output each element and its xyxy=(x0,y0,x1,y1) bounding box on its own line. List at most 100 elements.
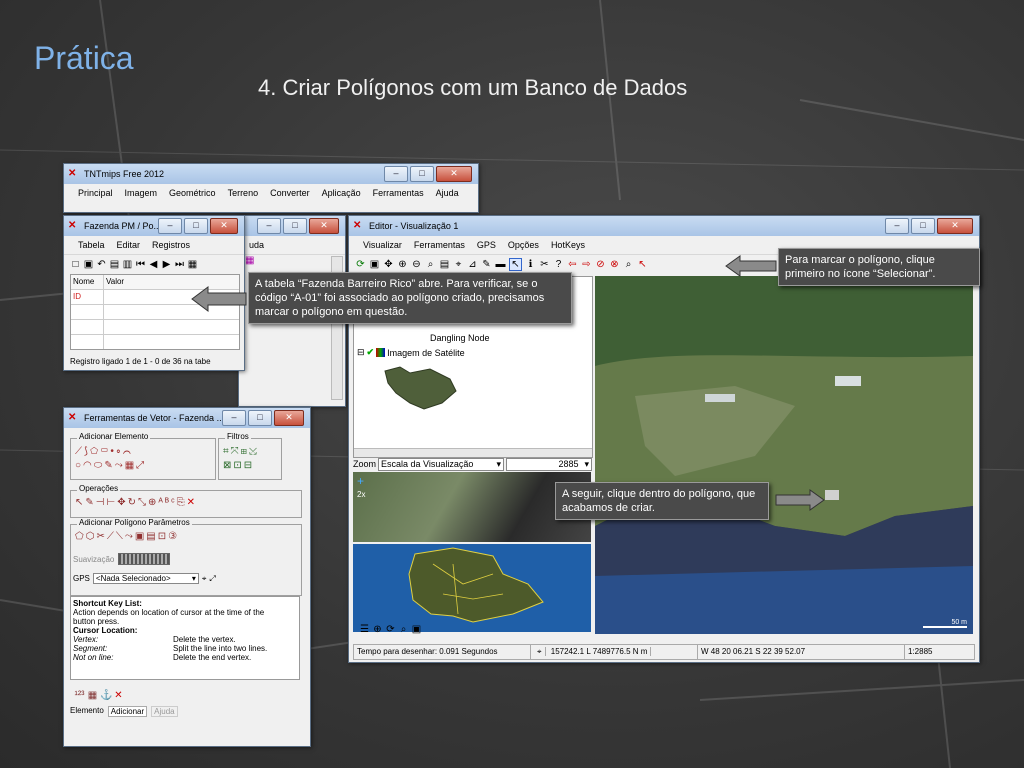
menu-ajuda[interactable]: Ajuda xyxy=(430,184,465,202)
add-ellipse-icon[interactable]: ⬭ xyxy=(94,460,105,471)
minimize-button[interactable]: – xyxy=(384,166,408,182)
close-button[interactable]: ✕ xyxy=(274,410,304,426)
undo-icon[interactable]: ↶ xyxy=(96,259,107,270)
add-circle-icon[interactable]: ○ xyxy=(75,460,83,471)
zoom-in-side-icon[interactable]: + xyxy=(357,474,364,488)
add-grid-icon[interactable]: ▦ xyxy=(125,460,136,471)
maximize-button[interactable]: □ xyxy=(283,218,307,234)
behind-window-titlebar[interactable]: – □ ✕ xyxy=(239,216,345,236)
menu-editar[interactable]: Editar xyxy=(111,236,147,254)
main-window-titlebar[interactable]: ✕ TNTmips Free 2012 – □ ✕ xyxy=(64,164,478,184)
poly-tool-icon[interactable]: ⟋ xyxy=(107,531,116,542)
menu-opcoes[interactable]: Opções xyxy=(502,236,545,254)
editor-window-titlebar[interactable]: ✕ Editor - Visualização 1 – □ ✕ xyxy=(349,216,979,236)
tab-ajuda[interactable]: Ajuda xyxy=(151,706,178,717)
filter-icon[interactable]: ⤧ xyxy=(231,446,241,457)
zoom-value-field[interactable]: 2885 ▾ xyxy=(506,457,593,471)
close-button[interactable]: ✕ xyxy=(210,218,238,234)
menu-geometrico[interactable]: Geométrico xyxy=(163,184,222,202)
rotate-icon[interactable]: ↻ xyxy=(128,497,138,508)
add-snap-icon[interactable]: ⤢ xyxy=(136,460,146,471)
collapse-icon[interactable]: ⊟ xyxy=(357,347,365,358)
gps-icon[interactable]: ⌖ xyxy=(453,259,464,270)
tab-elemento[interactable]: Elemento xyxy=(70,706,104,717)
menu-ferramentas[interactable]: Ferramentas xyxy=(408,236,471,254)
filter-icon[interactable]: ⊡ xyxy=(233,460,243,471)
layer-satellite-row[interactable]: ⊟ ✔ Imagem de Satélite xyxy=(357,347,465,358)
image-icon[interactable]: ▣ xyxy=(411,624,422,635)
poly-tool-icon[interactable]: ▤ xyxy=(146,531,157,542)
menu-registros[interactable]: Registros xyxy=(146,236,196,254)
gps-tool-icon[interactable]: ⌖ xyxy=(202,574,207,584)
add-trace-icon[interactable]: ⤳ xyxy=(115,460,125,471)
minimize-button[interactable]: – xyxy=(222,410,246,426)
info-icon[interactable]: ℹ xyxy=(525,259,536,270)
scale-icon[interactable]: ⤡ xyxy=(138,497,148,508)
merge-icon[interactable]: ⊕ xyxy=(148,497,158,508)
close-button[interactable]: ✕ xyxy=(309,218,339,234)
smoothing-slider[interactable] xyxy=(118,553,171,565)
zoom-box-icon[interactable]: ⌕ xyxy=(425,259,436,270)
select-icon[interactable]: ↖ xyxy=(509,257,522,271)
layer-dangling-node[interactable]: Dangling Node xyxy=(430,333,490,343)
new-record-icon[interactable]: □ xyxy=(70,259,81,270)
poly-tool-icon[interactable]: ⟍ xyxy=(116,531,125,542)
poly-tool-icon[interactable]: ▣ xyxy=(135,531,146,542)
find-icon[interactable]: ⌕ xyxy=(623,259,634,270)
poly-tool-icon[interactable]: ⊡ xyxy=(158,531,168,542)
menu-imagem[interactable]: Imagem xyxy=(119,184,164,202)
filter-icon[interactable]: ⌗ xyxy=(223,446,231,457)
redraw-icon[interactable]: ⟳ xyxy=(355,259,366,270)
table-row[interactable] xyxy=(71,320,239,335)
pointer-icon[interactable]: ↖ xyxy=(637,259,648,270)
tool-icon[interactable]: ✂ xyxy=(539,259,550,270)
arrow-left-icon[interactable]: ⇦ xyxy=(567,259,578,270)
minimize-button[interactable]: – xyxy=(885,218,909,234)
grid-icon[interactable]: ▦ xyxy=(87,690,98,701)
next-record-icon[interactable]: ▶ xyxy=(161,259,172,270)
add-curve-icon[interactable]: ⌒ xyxy=(123,446,133,457)
delete-icon[interactable]: ✕ xyxy=(113,690,124,701)
first-record-icon[interactable]: ⏮ xyxy=(135,259,146,270)
poly-tool-icon[interactable]: ⬠ xyxy=(75,531,86,542)
add-node-icon[interactable]: ∘ xyxy=(116,446,123,457)
menu-terreno[interactable]: Terreno xyxy=(222,184,265,202)
zoom-in-icon[interactable]: ⊕ xyxy=(397,259,408,270)
menu-visualizar[interactable]: Visualizar xyxy=(357,236,408,254)
maximize-button[interactable]: □ xyxy=(184,218,208,234)
overview-panel[interactable] xyxy=(353,544,591,632)
join-icon[interactable]: ⊢ xyxy=(107,497,118,508)
note-icon[interactable]: ▬ xyxy=(495,259,506,270)
checkbox-icon[interactable]: ✔ xyxy=(367,347,375,358)
add-arc-icon[interactable]: ◠ xyxy=(83,460,94,471)
poly-tool-icon[interactable]: ⤳ xyxy=(125,531,135,542)
close-button[interactable]: ✕ xyxy=(937,218,973,234)
menu-aplicacao[interactable]: Aplicação xyxy=(316,184,367,202)
menu-principal[interactable]: Principal xyxy=(72,184,119,202)
table-row[interactable] xyxy=(71,335,239,349)
help-icon[interactable]: ? xyxy=(553,259,564,270)
redraw-icon[interactable]: ⟳ xyxy=(385,624,396,635)
grid-icon[interactable]: ▦ xyxy=(245,255,254,266)
copy-icon[interactable]: ⎘ xyxy=(177,497,187,508)
full-view-icon[interactable]: ▣ xyxy=(369,259,380,270)
grid-icon[interactable]: ▦ xyxy=(187,259,198,270)
gps-tool-icon[interactable]: ⤢ xyxy=(209,574,215,584)
menu-ferramentas[interactable]: Ferramentas xyxy=(367,184,430,202)
minimize-button[interactable]: – xyxy=(158,218,182,234)
table-window-titlebar[interactable]: ✕ Fazenda PM / Po... – □ ✕ xyxy=(64,216,244,236)
zoom-out-icon[interactable]: ⊖ xyxy=(411,259,422,270)
poly-tool-icon[interactable]: ③ xyxy=(168,531,179,542)
poly-tool-icon[interactable]: ✂ xyxy=(96,531,106,542)
menu-ajuda-fragment[interactable]: uda xyxy=(243,236,270,254)
stop-icon[interactable]: ⊗ xyxy=(609,259,620,270)
menu-converter[interactable]: Converter xyxy=(264,184,316,202)
attach-icon[interactable]: ⚓ xyxy=(100,690,112,701)
sketch-icon[interactable]: ✎ xyxy=(481,259,492,270)
move-icon[interactable]: ✥ xyxy=(117,497,127,508)
last-record-icon[interactable]: ⏭ xyxy=(174,259,185,270)
menu-hotkeys[interactable]: HotKeys xyxy=(545,236,591,254)
gps-select[interactable]: <Nada Selecionado> ▾ xyxy=(92,573,199,584)
menu-tabela[interactable]: Tabela xyxy=(72,236,111,254)
menu-gps[interactable]: GPS xyxy=(471,236,502,254)
